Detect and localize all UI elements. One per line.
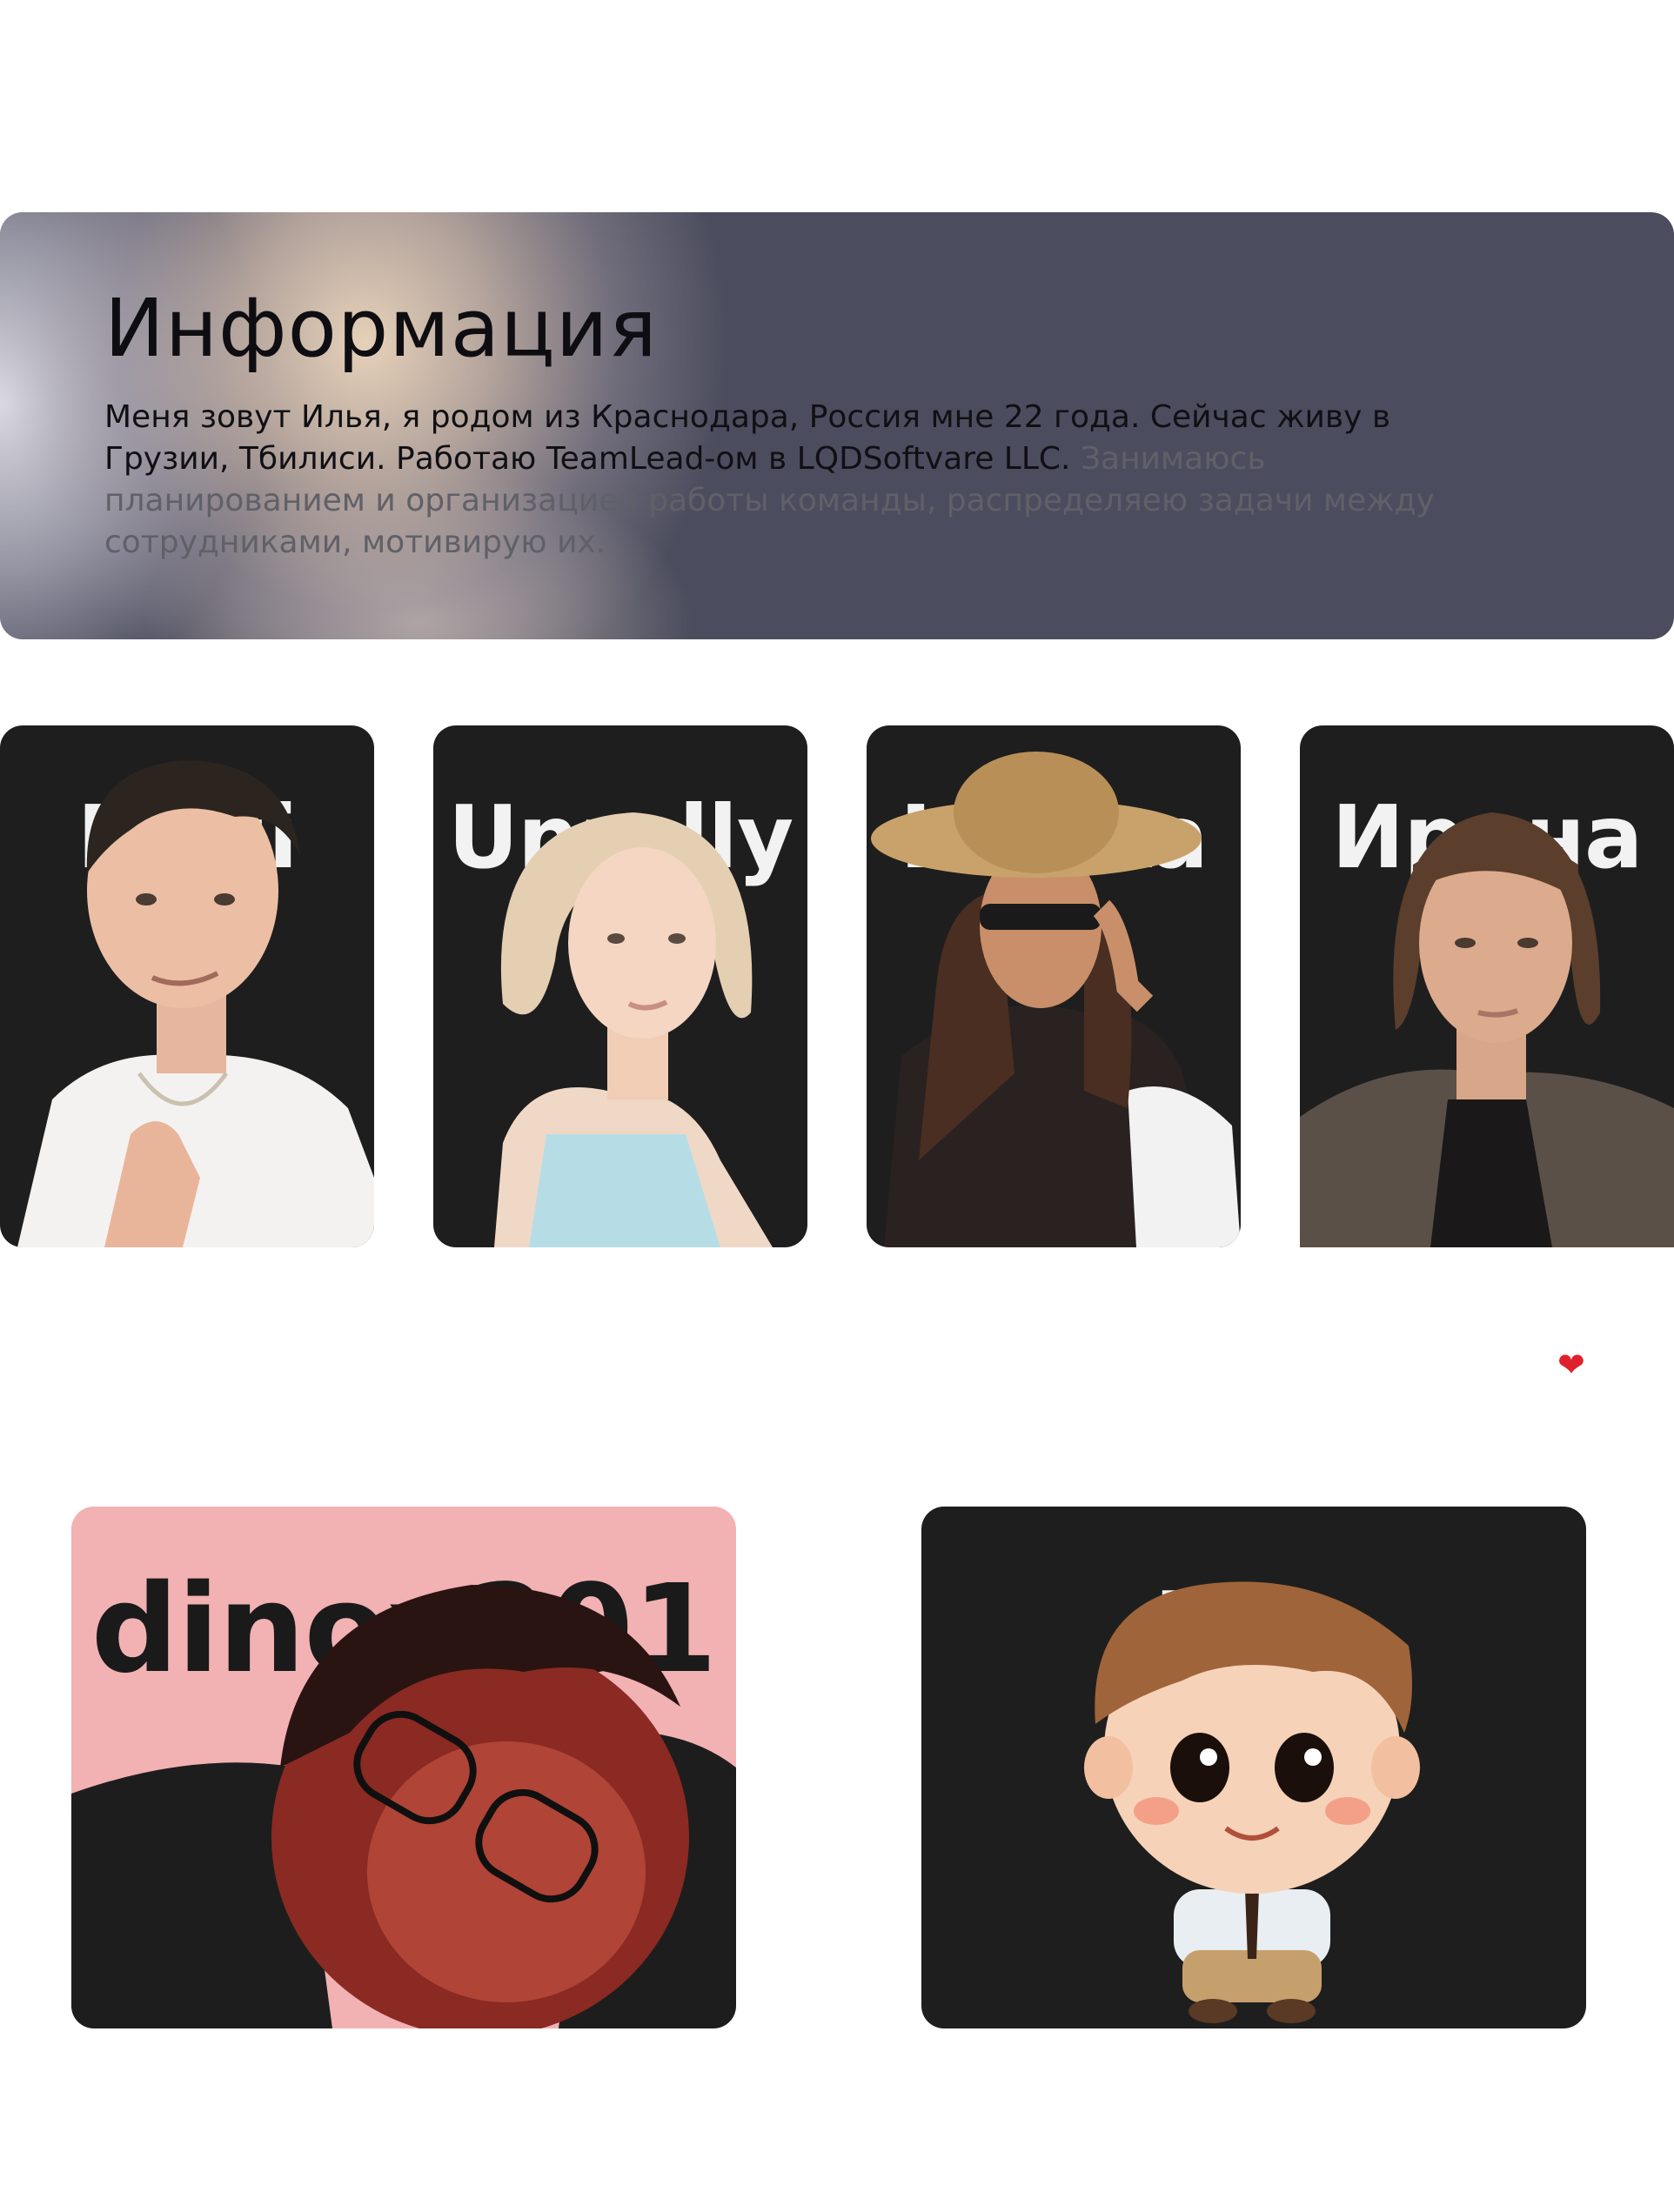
profile-card-4[interactable]: Ирина bbox=[1300, 725, 1674, 1247]
person-photo bbox=[871, 752, 1241, 1247]
heart-icon: ❤ bbox=[1557, 1346, 1585, 1384]
cartoon-avatar bbox=[1084, 1581, 1420, 2023]
person-photo bbox=[17, 760, 374, 1247]
person-photo bbox=[1300, 812, 1674, 1247]
profile-card-1[interactable]: Nagi bbox=[0, 725, 374, 1247]
person-photo bbox=[71, 1585, 736, 2028]
profile-card-5[interactable]: dinox201 bbox=[71, 1507, 736, 2028]
info-panel: Информация Меня зовут Илья, я родом из К… bbox=[0, 212, 1674, 639]
person-photo bbox=[494, 812, 773, 1247]
profile-card-3[interactable]: Iriidka bbox=[867, 725, 1241, 1247]
profile-card-2[interactable]: Unrelly bbox=[433, 725, 807, 1247]
info-title: Информация bbox=[104, 282, 658, 375]
info-text: Меня зовут Илья, я родом из Краснодара, … bbox=[104, 397, 1497, 564]
profile-card-6[interactable]: Nix bbox=[921, 1507, 1586, 2028]
